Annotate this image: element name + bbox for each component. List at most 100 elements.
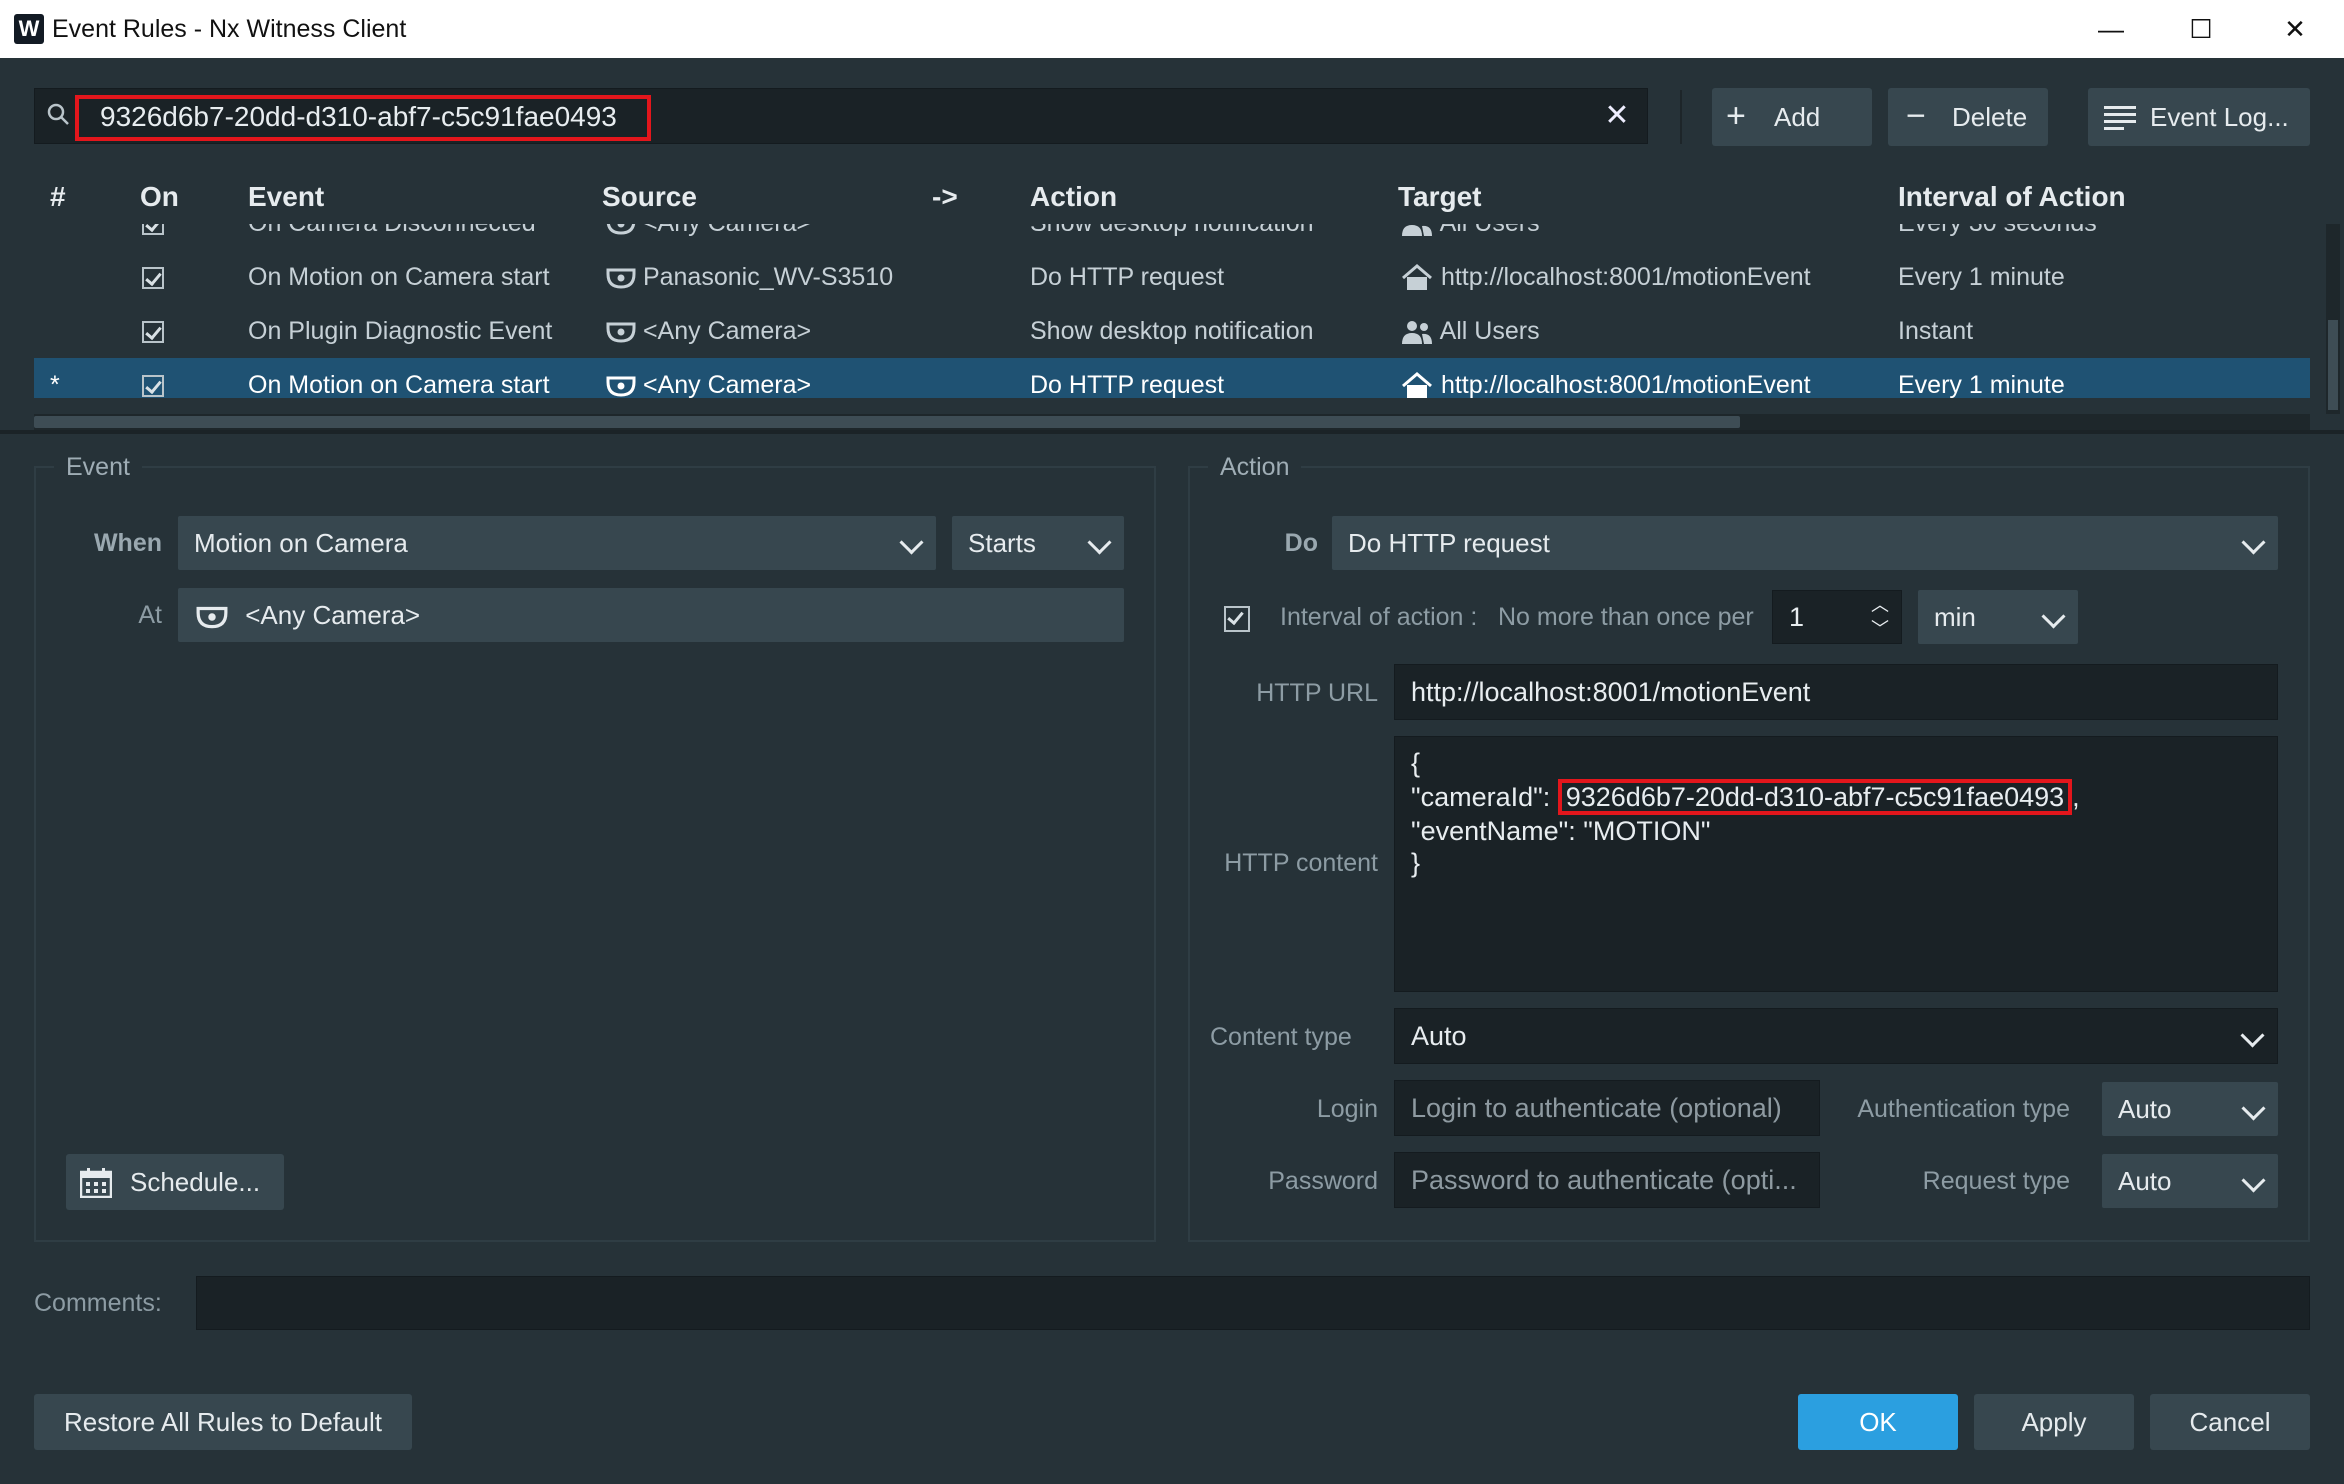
password-placeholder: Password to authenticate (opti... [1411, 1165, 1797, 1195]
password-input[interactable]: Password to authenticate (opti... [1394, 1152, 1820, 1208]
row-source-text: <Any Camera> [642, 371, 812, 398]
row-event: On Motion on Camera start [248, 263, 550, 291]
close-window-button[interactable]: ✕ [2248, 0, 2342, 58]
comments-input[interactable] [196, 1276, 2310, 1330]
schedule-button[interactable]: Schedule... [66, 1154, 284, 1210]
ok-button[interactable]: OK [1798, 1394, 1958, 1450]
when-label: When [93, 529, 162, 557]
request-type-select[interactable]: Auto [2102, 1154, 2278, 1208]
row-target-text: http://localhost:8001/motionEvent [1440, 371, 1811, 398]
event-group [34, 466, 1156, 1242]
table-row[interactable]: On Plugin Diagnostic Event <Any Camera> … [34, 304, 2310, 358]
row-target-text: All Users [1439, 317, 1540, 345]
col-header-arrow[interactable]: -> [932, 180, 958, 214]
table-row[interactable]: On Motion on Camera start Panasonic_WV-S… [34, 250, 2310, 304]
chevron-down-icon [899, 530, 924, 555]
event-log-button[interactable]: Event Log... [2088, 88, 2310, 146]
col-header-number[interactable]: # [50, 180, 66, 214]
interval-checkbox[interactable] [1224, 606, 1250, 632]
table-vertical-scroll-thumb[interactable] [2328, 320, 2338, 410]
auth-type-label: Authentication type [1857, 1095, 2070, 1123]
content-type-select[interactable]: Auto [1394, 1008, 2278, 1064]
delete-button-label: Delete [1952, 102, 2028, 132]
row-target-text: http://localhost:8001/motionEvent [1440, 263, 1811, 291]
clear-search-icon[interactable]: ✕ [1604, 100, 1630, 132]
minimize-button[interactable]: — [2064, 0, 2158, 58]
col-header-on[interactable]: On [140, 180, 179, 214]
row-enabled-checkbox[interactable] [142, 224, 164, 250]
row-enabled-checkbox[interactable] [142, 358, 164, 398]
calendar-icon [80, 1168, 112, 1198]
cancel-button[interactable]: Cancel [2150, 1394, 2310, 1450]
maximize-button[interactable]: ☐ [2154, 0, 2248, 58]
http-content-textarea[interactable]: { "cameraId": 9326d6b7-20dd-d310-abf7-c5… [1394, 736, 2278, 992]
schedule-button-label: Schedule... [130, 1167, 261, 1197]
add-button[interactable]: + Add [1712, 88, 1872, 146]
col-header-action[interactable]: Action [1030, 180, 1117, 214]
row-enabled-checkbox[interactable] [142, 304, 164, 358]
users-icon [1402, 321, 1432, 345]
row-source: <Any Camera> [606, 304, 811, 358]
checkbox-checked-icon [142, 267, 164, 290]
row-action: Do HTTP request [1030, 263, 1225, 291]
row-action: Show desktop notification [1030, 317, 1314, 345]
apply-button[interactable]: Apply [1974, 1394, 2134, 1450]
window-title: Event Rules - Nx Witness Client [52, 15, 407, 43]
col-header-source[interactable]: Source [602, 180, 697, 214]
http-content-line: "eventName": "MOTION" [1411, 816, 1711, 846]
delete-button[interactable]: − Delete [1888, 88, 2048, 146]
chevron-down-icon [2241, 1096, 2266, 1121]
interval-unit-select[interactable]: min [1918, 590, 2078, 644]
row-source-text: <Any Camera> [642, 317, 812, 345]
list-icon [2104, 106, 2136, 130]
password-label: Password [1268, 1167, 1378, 1195]
event-log-button-label: Event Log... [2150, 102, 2289, 132]
table-row-selected[interactable]: * On Motion on Camera start <Any Camera>… [34, 358, 2310, 398]
row-enabled-checkbox[interactable] [142, 250, 164, 304]
auth-type-select[interactable]: Auto [2102, 1082, 2278, 1136]
request-type-value: Auto [2118, 1166, 2172, 1196]
row-target: http://localhost:8001/motionEvent [1400, 250, 1811, 304]
http-content-line: { [1411, 748, 1421, 778]
event-source-select[interactable]: <Any Camera> [178, 588, 1124, 642]
http-url-label: HTTP URL [1256, 679, 1378, 707]
row-source-text: Panasonic_WV-S3510 [642, 263, 894, 291]
restore-defaults-button[interactable]: Restore All Rules to Default [34, 1394, 412, 1450]
row-source: <Any Camera> [606, 224, 811, 250]
row-number: * [50, 371, 60, 398]
auth-type-value: Auto [2118, 1094, 2172, 1124]
event-group-title: Event [54, 450, 142, 484]
at-label: At [138, 601, 162, 629]
login-input[interactable]: Login to authenticate (optional) [1394, 1080, 1820, 1136]
http-content-key: "cameraId": [1411, 782, 1558, 812]
event-state-select[interactable]: Starts [952, 516, 1124, 570]
row-source-text: <Any Camera> [643, 224, 811, 237]
table-horizontal-scroll-thumb[interactable] [34, 416, 1740, 428]
chevron-down-icon [1087, 530, 1112, 555]
http-content-comma: , [2072, 782, 2080, 812]
spin-down-icon[interactable]: ﹀ [1871, 617, 1889, 641]
comments-label: Comments: [34, 1289, 162, 1317]
row-target: http://localhost:8001/motionEvent [1400, 358, 1811, 398]
event-type-select[interactable]: Motion on Camera [178, 516, 936, 570]
do-label: Do [1284, 529, 1318, 557]
col-header-target[interactable]: Target [1398, 180, 1482, 214]
http-url-input[interactable]: http://localhost:8001/motionEvent [1394, 664, 2278, 720]
table-row[interactable]: On Camera Disconnected <Any Camera> Show… [34, 224, 2310, 250]
interval-label: Interval of action : [1280, 603, 1478, 631]
action-type-select[interactable]: Do HTTP request [1332, 516, 2278, 570]
app-logo-icon: W [14, 14, 44, 44]
row-source: <Any Camera> [606, 358, 811, 398]
col-header-interval[interactable]: Interval of Action [1898, 180, 2126, 214]
interval-value: 1 [1789, 602, 1805, 632]
chevron-down-icon [2041, 604, 2066, 629]
checkbox-checked-icon [142, 375, 164, 398]
row-target: All Users [1400, 224, 1540, 250]
interval-spinbox[interactable]: 1 ︿ ﹀ [1772, 590, 1902, 644]
row-target-text: All Users [1440, 224, 1540, 237]
col-header-event[interactable]: Event [248, 180, 324, 214]
chevron-down-icon [2240, 1023, 2265, 1048]
panel-divider [0, 430, 2344, 434]
search-highlight-box [75, 95, 651, 141]
spin-up-icon[interactable]: ︿ [1871, 593, 1889, 617]
